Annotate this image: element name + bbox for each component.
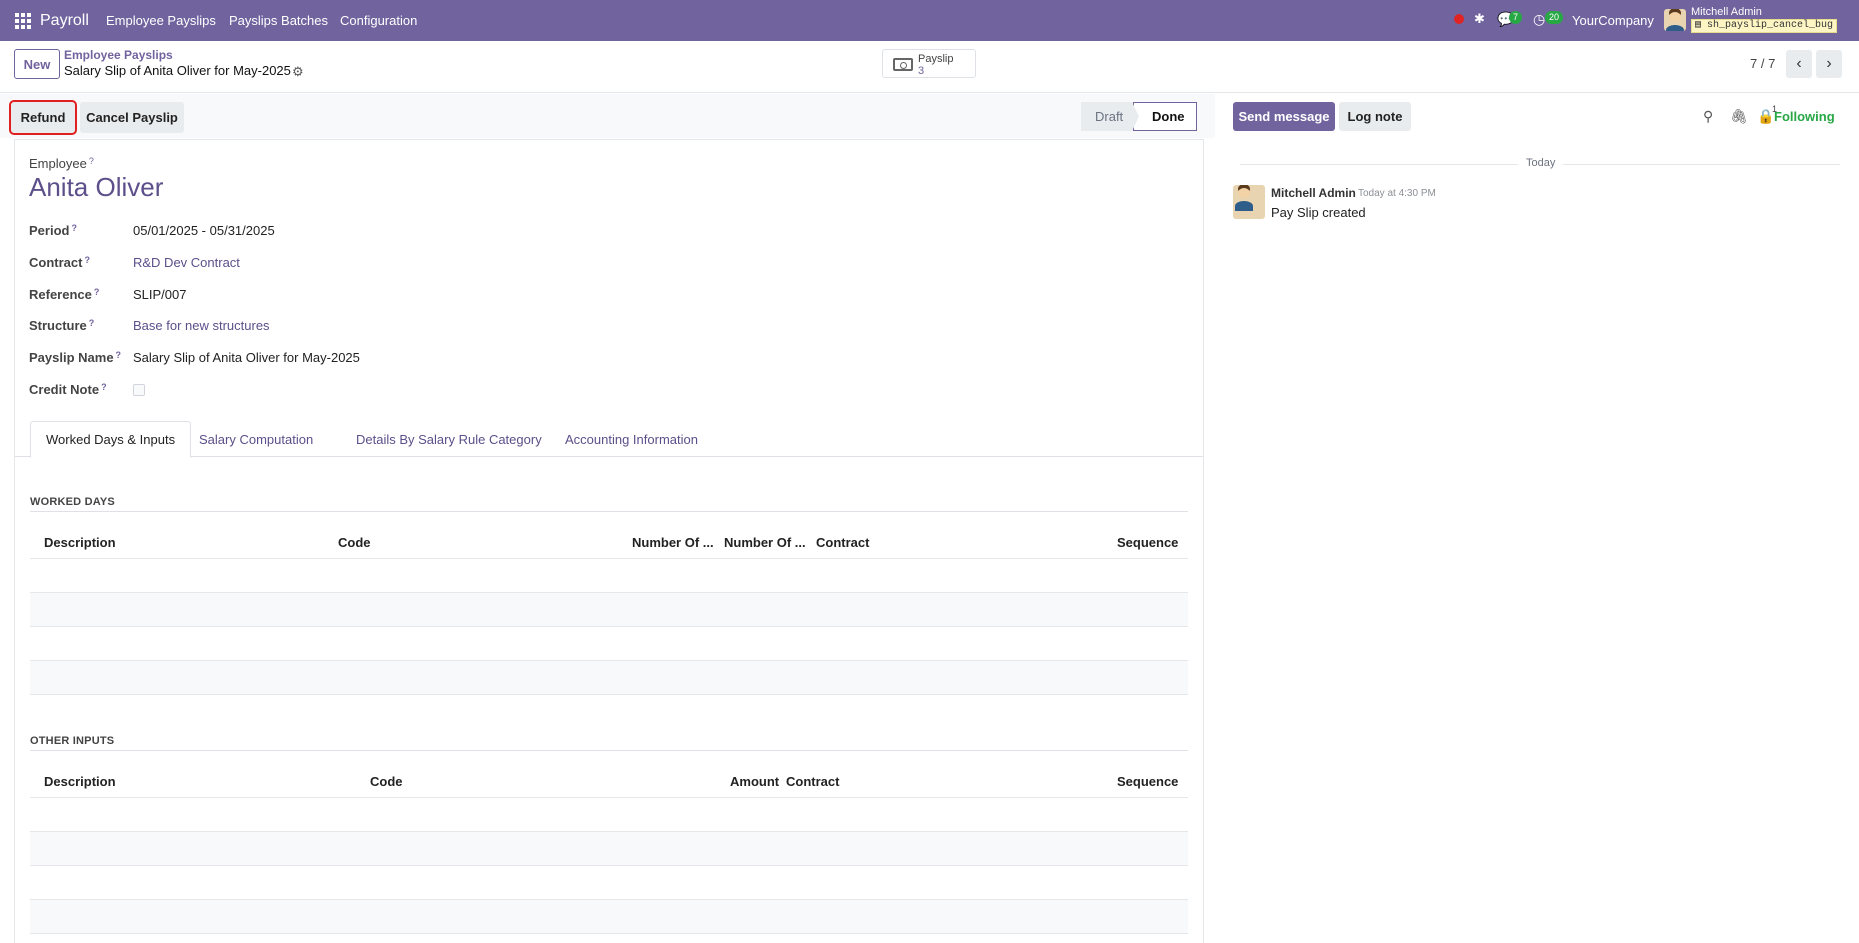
user-avatar[interactable]: [1664, 9, 1686, 31]
new-button[interactable]: New: [14, 49, 60, 79]
app-name[interactable]: Payroll: [40, 12, 89, 30]
company-switcher[interactable]: YourCompany: [1572, 13, 1654, 28]
date-separator: Today: [1518, 157, 1564, 169]
worked-days-title: WORKED DAYS: [30, 496, 115, 508]
message-author[interactable]: Mitchell Admin: [1271, 186, 1356, 200]
contract-label: Contract?: [29, 255, 90, 270]
menu-employee-payslips[interactable]: Employee Payslips: [106, 13, 216, 28]
breadcrumb-parent[interactable]: Employee Payslips: [64, 48, 173, 62]
pager-next-icon[interactable]: ›: [1816, 50, 1842, 78]
author-avatar[interactable]: [1233, 185, 1265, 219]
chatter-panel: [1216, 94, 1859, 943]
activity-badge: 20: [1545, 11, 1564, 24]
record-icon[interactable]: [1454, 14, 1464, 24]
payslip-name-label: Payslip Name?: [29, 350, 122, 365]
period-label: Period?: [29, 223, 77, 238]
paperclip-icon[interactable]: 🖇: [1730, 108, 1748, 125]
money-icon: [893, 58, 913, 71]
search-icon[interactable]: ⚲: [1703, 108, 1713, 125]
database-name: ▤ sh_payslip_cancel_bug: [1691, 19, 1838, 33]
tab-details-by-salary-rule-category[interactable]: Details By Salary Rule Category: [341, 421, 557, 457]
menu-payslips-batches[interactable]: Payslips Batches: [229, 13, 328, 28]
gear-icon[interactable]: ⚙: [292, 64, 304, 80]
table-row[interactable]: [30, 900, 1188, 934]
table-row[interactable]: [30, 627, 1188, 661]
table-row[interactable]: [30, 593, 1188, 627]
status-bar: Draft Done: [1081, 102, 1197, 131]
other-inputs-title: OTHER INPUTS: [30, 735, 115, 747]
tab-accounting-information[interactable]: Accounting Information: [550, 421, 713, 457]
tab-salary-computation[interactable]: Salary Computation: [184, 421, 328, 457]
pager-value[interactable]: 7 / 7: [1750, 56, 1775, 71]
tab-worked-days-inputs[interactable]: Worked Days & Inputs: [30, 421, 192, 458]
smart-button-label: Payslip: [918, 53, 954, 65]
following-button[interactable]: Following: [1774, 109, 1835, 124]
smart-button-count: 3: [918, 65, 925, 77]
refund-button[interactable]: Refund: [9, 100, 77, 135]
send-message-button[interactable]: Send message: [1233, 102, 1335, 131]
table-header-row: [30, 764, 1188, 798]
table-row[interactable]: [30, 798, 1188, 832]
credit-note-label: Credit Note?: [29, 382, 107, 397]
status-draft[interactable]: Draft: [1081, 102, 1139, 131]
payslip-name-value[interactable]: Salary Slip of Anita Oliver for May-2025: [133, 350, 360, 365]
table-row[interactable]: [30, 661, 1188, 695]
status-done[interactable]: Done: [1133, 102, 1197, 131]
chat-badge: 7: [1509, 11, 1523, 24]
structure-label: Structure?: [29, 318, 95, 333]
activity-clock-icon[interactable]: ◷: [1533, 11, 1545, 28]
log-note-button[interactable]: Log note: [1339, 102, 1411, 131]
period-value[interactable]: 05/01/2025 - 05/31/2025: [133, 223, 275, 238]
top-navbar: Payroll Employee Payslips Payslips Batch…: [0, 0, 1859, 41]
apps-menu-icon[interactable]: [15, 13, 31, 29]
table-header-row: [30, 525, 1188, 559]
user-menu[interactable]: Mitchell Admin ▤ sh_payslip_cancel_bug: [1691, 6, 1838, 33]
section-separator: [30, 750, 1188, 751]
credit-note-checkbox[interactable]: [133, 384, 145, 396]
bug-icon[interactable]: ✱: [1474, 11, 1485, 27]
user-name: Mitchell Admin: [1691, 6, 1762, 18]
reference-value[interactable]: SLIP/007: [133, 287, 187, 302]
menu-configuration[interactable]: Configuration: [340, 13, 417, 28]
table-row[interactable]: [30, 559, 1188, 593]
payslip-smart-button[interactable]: Payslip 3: [882, 49, 976, 78]
reference-label: Reference?: [29, 287, 100, 302]
breadcrumb-current: Salary Slip of Anita Oliver for May-2025: [64, 63, 291, 78]
message-time: Today at 4:30 PM: [1358, 188, 1436, 199]
contract-link[interactable]: R&D Dev Contract: [133, 255, 240, 270]
cancel-payslip-button[interactable]: Cancel Payslip: [80, 102, 184, 133]
employee-name[interactable]: Anita Oliver: [29, 172, 163, 203]
message-body: Pay Slip created: [1271, 205, 1366, 220]
pager-previous-icon[interactable]: ‹: [1786, 50, 1812, 78]
table-row[interactable]: [30, 832, 1188, 866]
section-separator: [30, 511, 1188, 512]
notebook-tabs: Worked Days & Inputs Salary Computation …: [15, 421, 1203, 458]
table-row[interactable]: [30, 866, 1188, 900]
employee-label: Employee?: [29, 156, 94, 171]
structure-link[interactable]: Base for new structures: [133, 318, 270, 333]
